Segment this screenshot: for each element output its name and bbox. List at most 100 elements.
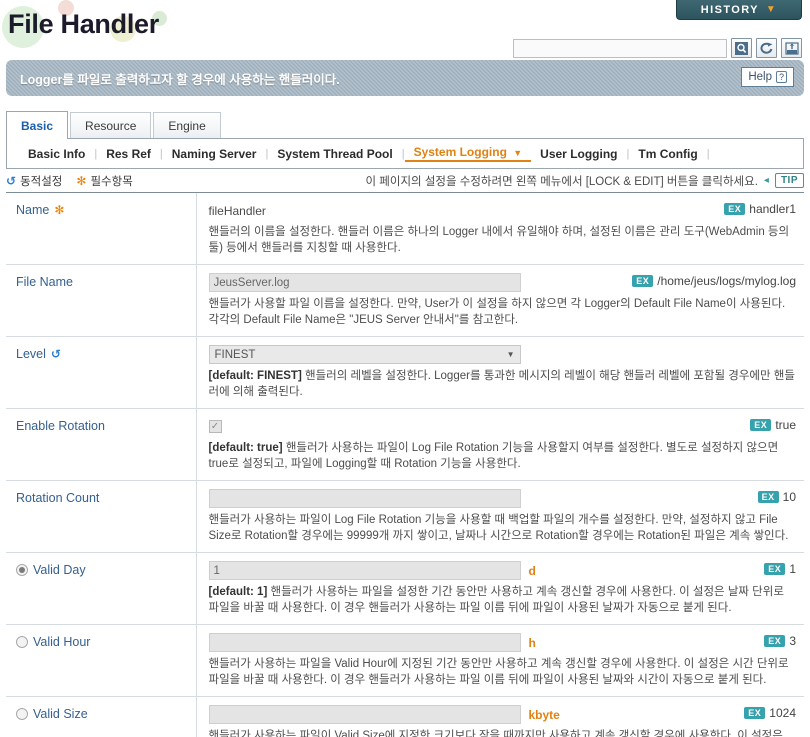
question-mark-icon: ? <box>775 71 787 83</box>
legend-row: ↺ 동적설정 ✻ 필수항목 이 페이지의 설정을 수정하려면 왼쪽 메뉴에서 [… <box>6 169 804 193</box>
chevron-down-icon: ▼ <box>765 4 778 15</box>
subtab-naming-server[interactable]: Naming Server <box>163 147 266 161</box>
table-row: Valid Day d EX 1 [default: 1] 핸들러가 사용하는 … <box>6 552 804 625</box>
tip-badge: TIP <box>774 173 804 188</box>
reload-icon[interactable] <box>756 38 777 58</box>
row-value-name: fileHandler EX handler1 핸들러의 이름을 설정한다. 핸… <box>196 193 804 265</box>
example-hint: EX /home/jeus/logs/mylog.log <box>632 274 796 288</box>
chevron-down-icon: ▼ <box>513 148 523 158</box>
row-label-text: Level <box>16 347 46 361</box>
history-button[interactable]: HISTORY ▼ <box>676 0 802 20</box>
subtab-tm-config[interactable]: Tm Config <box>629 147 706 161</box>
tab-basic[interactable]: Basic <box>6 111 69 139</box>
table-row: Level ↺ FINEST ▼ [default: FINEST] 핸들러의 … <box>6 336 804 409</box>
example-hint: EX handler1 <box>724 202 796 216</box>
example-hint: EX 3 <box>764 634 796 648</box>
row-value-rotation-count: EX 10 핸들러가 사용하는 파일이 Log File Rotation 기능… <box>196 481 804 553</box>
main-tabs: Basic Resource Engine <box>6 111 804 139</box>
row-value-level: FINEST ▼ [default: FINEST] 핸들러의 레벨을 설정한다… <box>196 337 804 409</box>
legend-dynamic-label: 동적설정 <box>20 175 63 188</box>
ex-value: /home/jeus/logs/mylog.log <box>657 274 796 288</box>
row-help-body: 핸들러가 사용하는 파일을 설정한 기간 동안만 사용하고 계속 갱신할 경우에… <box>208 586 784 614</box>
tab-resource-label: Resource <box>85 118 137 133</box>
ex-value: 1024 <box>769 706 796 720</box>
valid-size-radio[interactable] <box>16 708 28 720</box>
valid-hour-radio[interactable] <box>16 636 28 648</box>
subtab-system-thread-pool[interactable]: System Thread Pool <box>268 147 401 161</box>
row-label-file-name: File Name <box>6 264 197 337</box>
level-select[interactable]: FINEST ▼ <box>208 345 521 364</box>
subtab-separator: | <box>706 147 710 160</box>
row-label-valid-size: Valid Size <box>6 696 197 737</box>
valid-hour-input[interactable] <box>208 633 521 652</box>
ex-badge: EX <box>764 563 786 575</box>
required-asterisk-icon: ✻ <box>54 203 65 217</box>
example-hint: EX true <box>750 418 796 432</box>
subtab-tm-config-label: Tm Config <box>638 146 698 161</box>
row-label-text: Valid Size <box>33 707 88 721</box>
row-default-tag: [default: true] <box>208 442 283 454</box>
row-value-enable-rotation: ✓ EX true [default: true] 핸들러가 사용하는 파일이 … <box>196 409 804 481</box>
description-text: Logger를 파일로 출력하고자 할 경우에 사용하는 핸들러이다. <box>20 72 340 87</box>
table-row: Valid Hour h EX 3 핸들러가 사용하는 파일을 Valid Ho… <box>6 624 804 697</box>
valid-hour-unit: h <box>528 635 536 650</box>
subtab-res-ref-label: Res Ref <box>106 146 151 161</box>
subtab-system-logging[interactable]: System Logging ▼ <box>404 145 532 162</box>
xml-export-icon[interactable] <box>781 38 802 58</box>
row-help-text: 핸들러가 사용할 파일 이름을 설정한다. 만약, User가 이 설정을 하지… <box>208 298 786 326</box>
subtab-res-ref[interactable]: Res Ref <box>97 147 160 161</box>
valid-day-input[interactable] <box>208 561 521 580</box>
row-label-level: Level ↺ <box>6 336 197 409</box>
row-label-text: Valid Day <box>33 563 86 577</box>
chevron-down-icon: ▼ <box>506 350 515 359</box>
tab-basic-label: Basic <box>21 118 54 133</box>
ex-badge: EX <box>750 419 772 431</box>
subtab-basic-info[interactable]: Basic Info <box>19 147 94 161</box>
row-value-valid-hour: h EX 3 핸들러가 사용하는 파일을 Valid Hour에 지정된 기간 … <box>196 625 804 697</box>
ex-badge: EX <box>632 275 654 287</box>
valid-size-input[interactable] <box>208 705 521 724</box>
example-hint: EX 1024 <box>744 706 796 720</box>
legend-required-label: 필수항목 <box>90 175 133 188</box>
file-name-input[interactable] <box>208 273 521 292</box>
level-select-value: FINEST <box>214 348 256 361</box>
row-label-text: Name <box>16 203 50 217</box>
valid-size-unit: kbyte <box>528 707 560 722</box>
row-default-tag: [default: 1] <box>208 586 268 598</box>
search-bar <box>513 38 802 58</box>
settings-table: Name ✻ fileHandler EX handler1 핸들러의 이름을 … <box>6 193 804 737</box>
table-row: Rotation Count EX 10 핸들러가 사용하는 파일이 Log F… <box>6 480 804 553</box>
subtab-system-logging-label: System Logging <box>413 145 507 159</box>
tab-resource[interactable]: Resource <box>70 112 152 138</box>
search-icon[interactable] <box>731 38 752 58</box>
example-hint: EX 1 <box>764 562 796 576</box>
ex-value: true <box>775 418 796 432</box>
ex-badge: EX <box>724 203 746 215</box>
subtab-user-logging[interactable]: User Logging <box>531 147 626 161</box>
row-help-text: [default: true] 핸들러가 사용하는 파일이 Log File R… <box>209 440 797 472</box>
table-row: Enable Rotation ✓ EX true [default: true… <box>6 408 804 481</box>
valid-day-radio[interactable] <box>16 564 28 576</box>
rotation-count-input[interactable] <box>208 489 521 508</box>
page-header: File Handler HISTORY ▼ <box>0 0 810 60</box>
tab-engine[interactable]: Engine <box>153 112 221 138</box>
dynamic-config-icon: ↺ <box>6 173 17 188</box>
row-value-file-name: EX /home/jeus/logs/mylog.log 핸들러가 사용할 파일… <box>196 265 804 337</box>
example-hint: EX 10 <box>757 490 796 504</box>
row-help-text: 핸들러의 이름을 설정한다. 핸들러 이름은 하나의 Logger 내에서 유일… <box>208 226 790 254</box>
required-asterisk-icon: ✻ <box>76 173 87 188</box>
row-label-text: File Name <box>16 275 73 289</box>
legend-dynamic: ↺ 동적설정 <box>6 173 62 189</box>
subtab-basic-info-label: Basic Info <box>28 146 86 161</box>
row-label-valid-day: Valid Day <box>6 552 197 625</box>
help-button[interactable]: Help ? <box>741 67 794 87</box>
subtab-system-thread-pool-label: System Thread Pool <box>277 146 393 161</box>
enable-rotation-checkbox[interactable]: ✓ <box>208 420 222 433</box>
dynamic-config-icon: ↺ <box>50 347 61 361</box>
row-value-valid-day: d EX 1 [default: 1] 핸들러가 사용하는 파일을 설정한 기간… <box>196 553 804 625</box>
row-help-text: 핸들러가 사용하는 파일이 Log File Rotation 기능을 사용할 … <box>208 514 789 542</box>
row-label-text: Rotation Count <box>16 491 100 505</box>
page-title: File Handler <box>8 9 159 39</box>
row-label-text: Valid Hour <box>33 635 91 649</box>
search-input[interactable] <box>513 38 727 58</box>
